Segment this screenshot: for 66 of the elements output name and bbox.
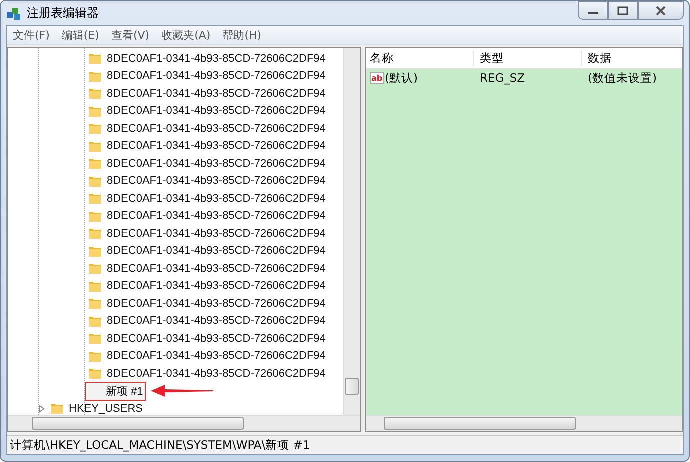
tree-item[interactable]: 8DEC0AF1-0341-4b93-85CD-72606C2DF94 — [106, 368, 327, 380]
tree-item[interactable]: 新项 #1 — [86, 382, 146, 400]
maximize-button[interactable] — [608, 1, 638, 20]
close-icon — [655, 6, 667, 16]
folder-icon — [88, 262, 102, 276]
menu-item[interactable]: 帮助(H) — [222, 28, 262, 42]
menu-item[interactable]: 查看(V) — [111, 28, 150, 42]
registry-cubes-icon — [6, 5, 22, 21]
folder-icon — [88, 104, 102, 118]
window-title: 注册表编辑器 — [27, 4, 99, 22]
tree-item[interactable]: 8DEC0AF1-0341-4b93-85CD-72606C2DF94 — [106, 158, 327, 170]
tree-item[interactable]: 8DEC0AF1-0341-4b93-85CD-72606C2DF94 — [106, 88, 327, 100]
folder-icon — [88, 350, 102, 363]
tree-item[interactable]: 8DEC0AF1-0341-4b93-85CD-72606C2DF94 — [106, 350, 327, 362]
tree-item[interactable]: 8DEC0AF1-0341-4b93-85CD-72606C2DF94 — [106, 245, 327, 258]
expand-triangle-icon[interactable] — [38, 404, 46, 413]
folder-icon — [88, 174, 102, 188]
menu-item[interactable]: 收藏夹(A) — [162, 28, 211, 42]
tree-item[interactable]: 8DEC0AF1-0341-4b93-85CD-72606C2DF94 — [106, 52, 327, 65]
menu-item[interactable]: 编辑(E) — [62, 28, 100, 42]
column-header[interactable]: 类型 — [474, 50, 582, 66]
status-bar: 计算机\HKEY_LOCAL_MACHINE\SYSTEM\WPA\新项 #1 — [7, 435, 683, 454]
tree-item[interactable]: 8DEC0AF1-0341-4b93-85CD-72606C2DF94 — [106, 228, 327, 240]
table-cell-text: (数值未设置) — [587, 70, 658, 86]
table-cell-text: REG_SZ — [479, 71, 526, 85]
horizontal-scrollbar[interactable] — [366, 415, 682, 431]
column-header[interactable]: 名称 — [366, 50, 474, 66]
folder-icon — [88, 70, 102, 83]
tree-item[interactable]: 8DEC0AF1-0341-4b93-85CD-72606C2DF94 — [106, 175, 327, 188]
annotation-arrow — [151, 384, 214, 398]
tree-item[interactable]: 8DEC0AF1-0341-4b93-85CD-72606C2DF94 — [106, 105, 327, 118]
tree-item[interactable]: 8DEC0AF1-0341-4b93-85CD-72606C2DF94 — [106, 262, 327, 275]
folder-icon — [88, 280, 102, 293]
menu-item[interactable]: 文件(F) — [13, 28, 50, 42]
tree-item[interactable]: 8DEC0AF1-0341-4b93-85CD-72606C2DF94 — [106, 280, 327, 292]
folder-icon — [88, 192, 102, 206]
folder-icon — [88, 332, 102, 346]
maximize-icon — [617, 6, 629, 16]
folder-icon — [88, 210, 102, 223]
tree-item[interactable]: 8DEC0AF1-0341-4b93-85CD-72606C2DF94 — [106, 122, 327, 135]
close-button[interactable] — [638, 1, 684, 20]
folder-icon — [88, 157, 102, 170]
vertical-scrollbar[interactable] — [343, 48, 360, 415]
tree-item[interactable]: 8DEC0AF1-0341-4b93-85CD-72606C2DF94 — [106, 298, 327, 310]
folder-icon — [88, 122, 102, 136]
folder-icon — [88, 367, 102, 380]
folder-icon — [88, 314, 102, 328]
tree-item[interactable]: 8DEC0AF1-0341-4b93-85CD-72606C2DF94 — [106, 192, 327, 205]
tree-item[interactable]: 8DEC0AF1-0341-4b93-85CD-72606C2DF94 — [106, 70, 327, 82]
tree-item[interactable]: 8DEC0AF1-0341-4b93-85CD-72606C2DF94 — [106, 315, 327, 328]
folder-icon — [50, 402, 64, 415]
tree-item[interactable]: 8DEC0AF1-0341-4b93-85CD-72606C2DF94 — [106, 210, 327, 222]
folder-icon — [88, 52, 102, 66]
string-value-icon: ab — [370, 72, 384, 84]
tree-item[interactable]: 8DEC0AF1-0341-4b93-85CD-72606C2DF94 — [106, 332, 327, 345]
minimize-button[interactable] — [578, 1, 608, 20]
table-cell: (默认) — [385, 70, 418, 86]
tree-item[interactable]: HKEY_USERS — [68, 402, 144, 415]
folder-icon — [88, 244, 102, 258]
column-header[interactable]: 数据 — [582, 50, 682, 66]
folder-icon — [88, 140, 102, 153]
folder-icon — [88, 297, 102, 310]
horizontal-scrollbar[interactable] — [8, 415, 360, 431]
folder-icon — [88, 87, 102, 100]
tree-item[interactable]: 8DEC0AF1-0341-4b93-85CD-72606C2DF94 — [106, 140, 327, 152]
folder-icon — [88, 227, 102, 240]
